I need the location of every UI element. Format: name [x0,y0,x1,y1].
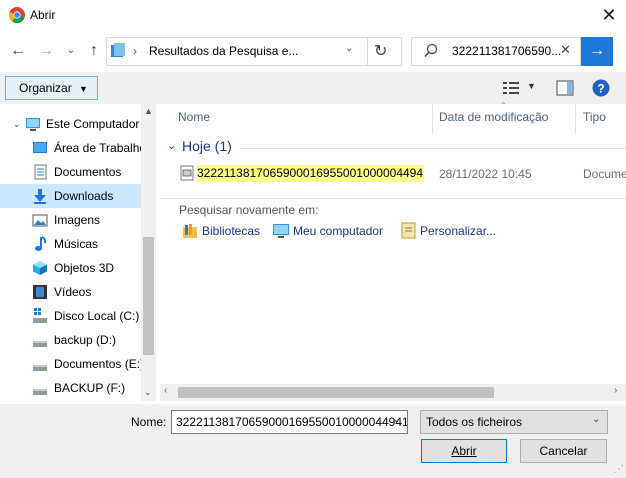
column-header-date[interactable]: Data de modificação [439,108,548,128]
search-again-label: Pesquisar novamente em: [179,203,319,217]
view-dropdown-icon[interactable]: ▼ [527,81,536,91]
sidebar-item-music[interactable]: Músicas [0,232,141,256]
sidebar-item-downloads[interactable]: Downloads [0,184,141,208]
scroll-left-icon[interactable]: ‹ [164,385,167,396]
3d-objects-icon [33,261,47,275]
sidebar-item-label: Documentos [54,165,122,179]
column-header-name[interactable]: Nome [178,108,210,128]
scroll-up-icon[interactable]: ▲ [144,106,153,116]
file-name-input[interactable]: 32221138170659000169550010000044941 [171,410,408,434]
title-bar [0,0,626,30]
drive-icon [33,341,47,347]
group-label: Hoje (1) [182,138,232,154]
chevron-down-icon: ▼ [79,84,88,94]
sidebar-scrollbar-thumb[interactable] [143,237,154,355]
sidebar-item-label: Objetos 3D [54,261,115,275]
results-divider [160,198,626,199]
search-icon [424,43,438,58]
column-divider[interactable] [432,104,433,134]
sidebar-item-drive-f[interactable]: BACKUP (F:) [0,376,141,400]
scroll-down-icon[interactable]: ⌄ [144,387,152,398]
hscrollbar-thumb[interactable] [178,387,494,398]
search-input[interactable]: 322211381706590... [452,44,561,58]
address-dropdown-icon[interactable]: ⌄ [345,43,353,54]
cancel-button[interactable]: Cancelar [520,439,607,463]
computer-icon [26,118,40,131]
column-divider[interactable] [575,104,576,134]
file-type-value: Todos os ficheiros [426,415,523,429]
column-header-type[interactable]: Tipo [583,108,606,128]
forward-button[interactable]: → [35,40,57,62]
group-divider [240,148,626,149]
sidebar-item-label: BACKUP (F:) [54,381,126,395]
search-computer-link[interactable]: Meu computador [293,224,383,238]
search-customize-link[interactable]: Personalizar... [420,224,496,238]
sidebar-item-videos[interactable]: Vídeos [0,280,141,304]
sidebar-item-label: Este Computador [46,117,140,131]
file-type-select[interactable]: Todos os ficheiros [420,410,608,434]
clear-search-icon[interactable]: ✕ [560,42,571,58]
sidebar-item-label: Documentos (E:) [54,357,145,371]
sidebar-item-drive-d[interactable]: backup (D:) [0,328,141,352]
svg-text:?: ? [597,82,604,96]
view-options-icon[interactable] [503,82,519,94]
sidebar-item-desktop[interactable]: Área de Trabalho [0,136,146,160]
cancel-button-label: Cancelar [539,444,588,458]
sidebar-item-drive-e[interactable]: Documentos (E:) [0,352,145,376]
scroll-right-icon[interactable]: › [614,385,617,396]
close-button[interactable]: ✕ [596,2,622,28]
search-results-icon [111,43,125,57]
file-date: 28/11/2022 10:45 [439,167,532,181]
open-button[interactable]: Abrir [421,439,507,463]
sidebar-item-label: Músicas [54,237,99,251]
group-header[interactable]: Hoje (1) [168,138,232,154]
file-name[interactable]: 32221138170659000169550010000044941 2... [197,165,424,182]
window-title: Abrir [30,8,56,22]
file-icon [180,165,194,181]
windows-drive-icon [33,308,47,323]
sidebar-item-label: backup (D:) [54,333,117,347]
desktop-icon [33,142,47,153]
chrome-icon [9,7,25,23]
file-type: Docume [583,167,626,181]
organize-button[interactable]: Organizar ▼ [5,76,98,100]
address-divider [367,37,368,66]
search-go-button[interactable]: → [581,37,613,66]
open-button-label: Abrir [451,444,477,458]
sidebar-item-documents[interactable]: Documentos [0,160,141,184]
sidebar-item-label: Imagens [54,213,101,227]
sidebar-item-label: Área de Trabalho [54,141,147,155]
documents-icon [34,164,47,180]
organize-label: Organizar [19,81,72,95]
sidebar-item-drive-c[interactable]: Disco Local (C:) [0,304,141,328]
sidebar-item-label: Vídeos [54,285,92,299]
sidebar-item-3d-objects[interactable]: Objetos 3D [0,256,141,280]
chevron-down-icon[interactable]: ⌄ [592,414,600,425]
videos-icon [33,285,47,299]
back-button[interactable]: ← [7,40,29,62]
preview-pane-icon[interactable] [556,80,574,96]
drive-icon [33,365,47,371]
music-icon [35,236,47,251]
sidebar-item-this-pc[interactable]: Este Computador [0,112,141,136]
help-icon[interactable]: ? [592,79,610,97]
libraries-icon [183,224,197,238]
sidebar-item-pictures[interactable]: Imagens [0,208,141,232]
sidebar-item-label: Disco Local (C:) [54,309,140,323]
custom-folder-icon [401,222,416,239]
sidebar-item-label: Downloads [54,189,114,203]
recent-locations-button[interactable]: ⌄ [60,40,82,62]
up-button[interactable]: ↑ [83,40,105,62]
search-libraries-link[interactable]: Bibliotecas [202,224,260,238]
resize-grip-icon[interactable]: ⋰ [614,464,624,475]
path-separator: › [133,44,137,58]
computer-icon [273,224,289,238]
file-name-label: Nome: [131,415,167,429]
pictures-icon [32,214,48,227]
address-path[interactable]: Resultados da Pesquisa e... [149,44,298,58]
refresh-icon[interactable]: ↻ [374,41,387,61]
downloads-icon [34,189,46,204]
drive-icon [33,389,47,395]
filename-dropdown-icon[interactable]: ⌄ [392,414,400,425]
